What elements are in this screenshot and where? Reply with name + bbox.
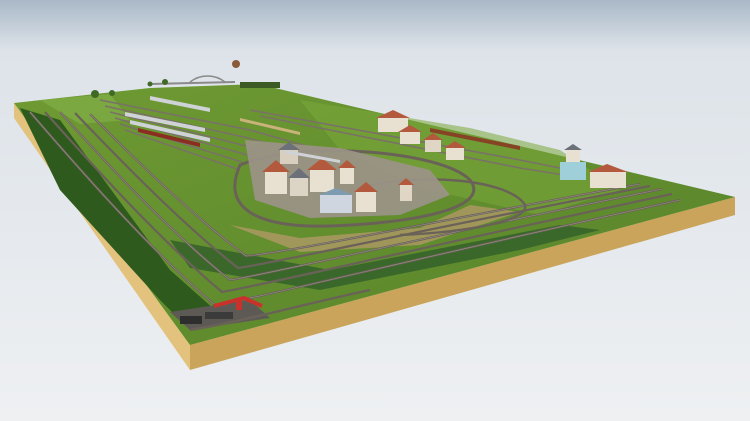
railway-layout-scene [0,0,750,421]
